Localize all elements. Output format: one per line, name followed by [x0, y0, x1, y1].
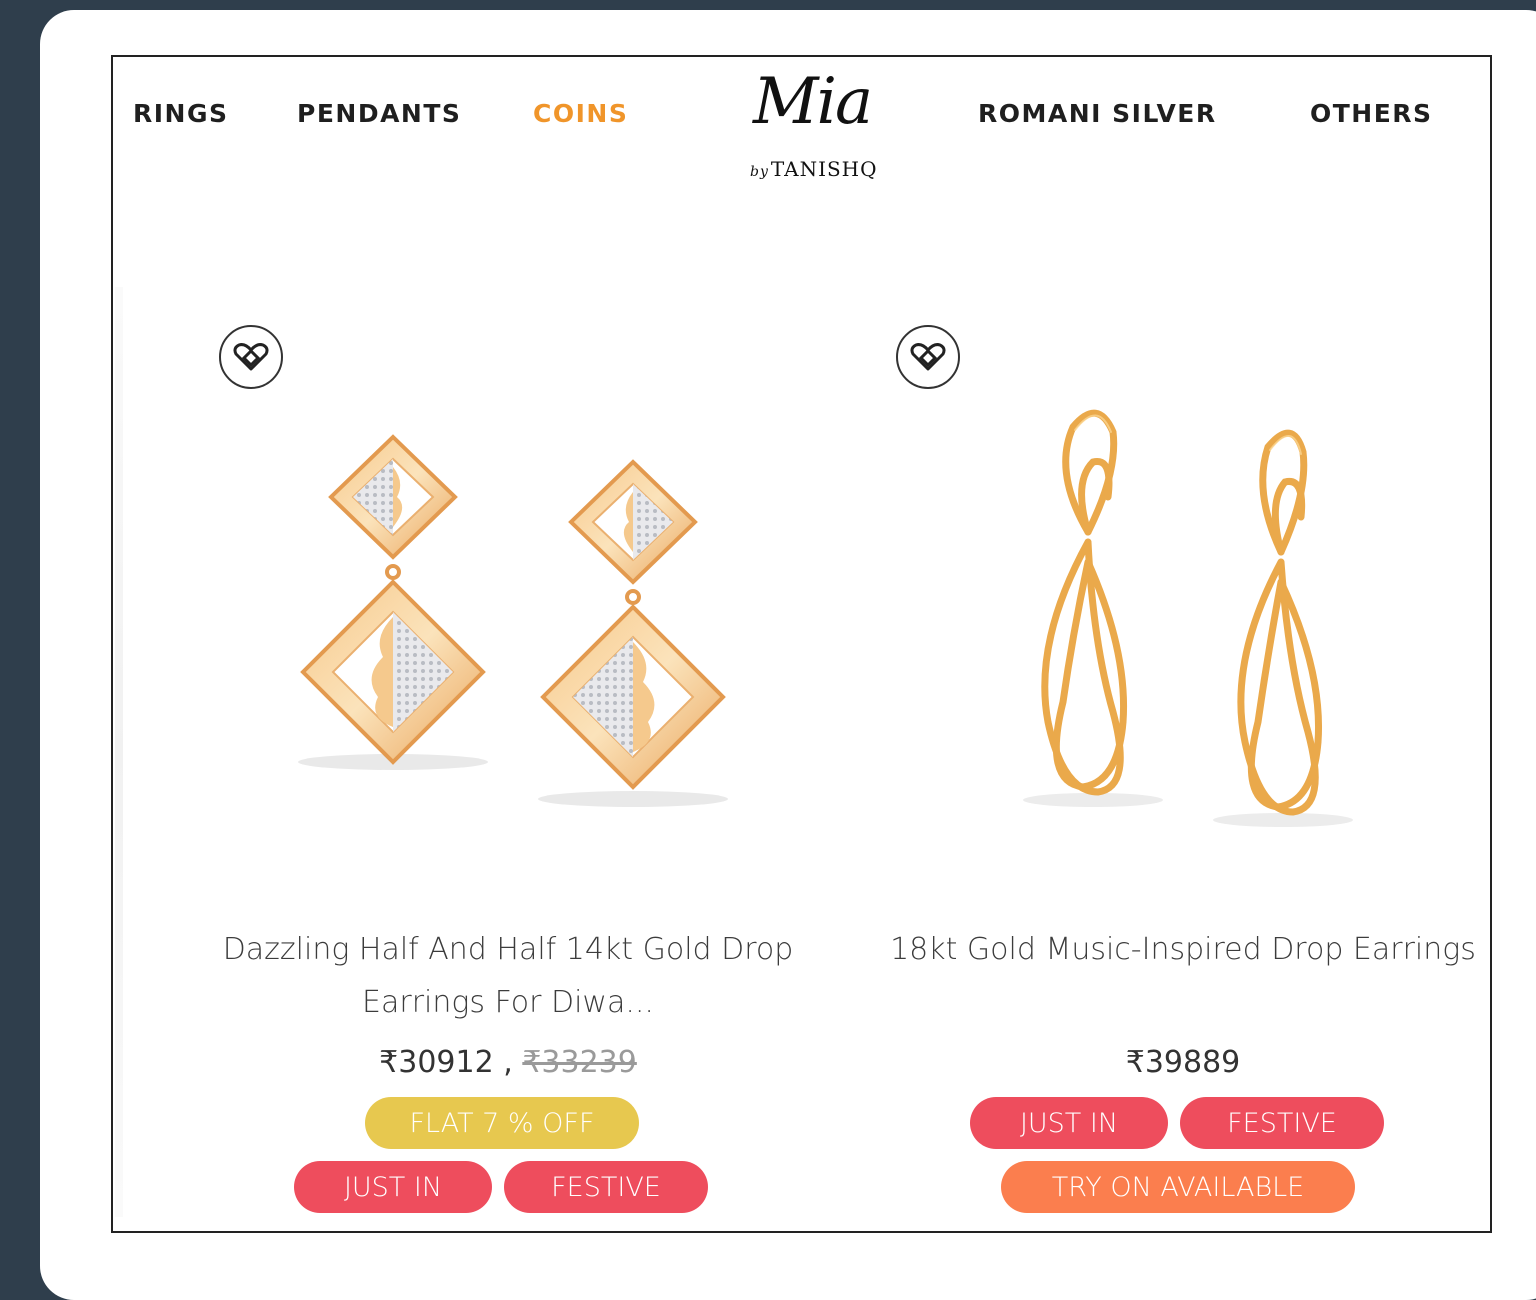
logo-by: by [750, 164, 769, 180]
tag-festive: FESTIVE [504, 1161, 708, 1213]
nav-item-rings[interactable]: RINGS [133, 99, 229, 128]
tag-festive: FESTIVE [1180, 1097, 1384, 1149]
brand-logo[interactable]: Mia by TANISHQ [745, 65, 877, 185]
product-title[interactable]: 18kt Gold Music-Inspired Drop Earrings [873, 923, 1490, 976]
nav-item-coins[interactable]: COINS [533, 99, 628, 128]
shop-page: RINGS PENDANTS COINS ROMANI SILVER OTHER… [111, 55, 1492, 1233]
current-price: ₹39889 [1125, 1045, 1241, 1080]
heart-diamond-icon [910, 343, 946, 371]
nav-item-pendants[interactable]: PENDANTS [297, 99, 461, 128]
current-price: ₹30912 [379, 1045, 494, 1080]
original-price: ₹33239 [522, 1045, 637, 1080]
tag-discount: FLAT 7 % OFF [365, 1097, 639, 1149]
logo-script: Mia [753, 65, 873, 139]
tag-just-in: JUST IN [294, 1161, 492, 1213]
wishlist-button[interactable] [219, 325, 283, 389]
logo-subtitle: by TANISHQ [750, 157, 878, 181]
nav-item-romani-silver[interactable]: ROMANI SILVER [978, 99, 1217, 128]
price-separator: , [503, 1045, 513, 1080]
tag-just-in: JUST IN [970, 1097, 1168, 1149]
heart-diamond-icon [233, 343, 269, 371]
tag-try-on: TRY ON AVAILABLE [1001, 1161, 1355, 1213]
product-image-earrings-1[interactable] [283, 427, 743, 827]
product-price: ₹39889 [873, 1045, 1490, 1080]
wishlist-button[interactable] [896, 325, 960, 389]
product-title[interactable]: Dazzling Half And Half 14kt Gold Drop Ea… [203, 923, 813, 1029]
nav-item-others[interactable]: OTHERS [1310, 99, 1433, 128]
product-image-earrings-2[interactable] [1013, 402, 1373, 842]
product-price: ₹30912 , ₹33239 [203, 1045, 813, 1080]
logo-brand: TANISHQ [770, 157, 878, 181]
scrollbar-track[interactable] [115, 287, 123, 1217]
